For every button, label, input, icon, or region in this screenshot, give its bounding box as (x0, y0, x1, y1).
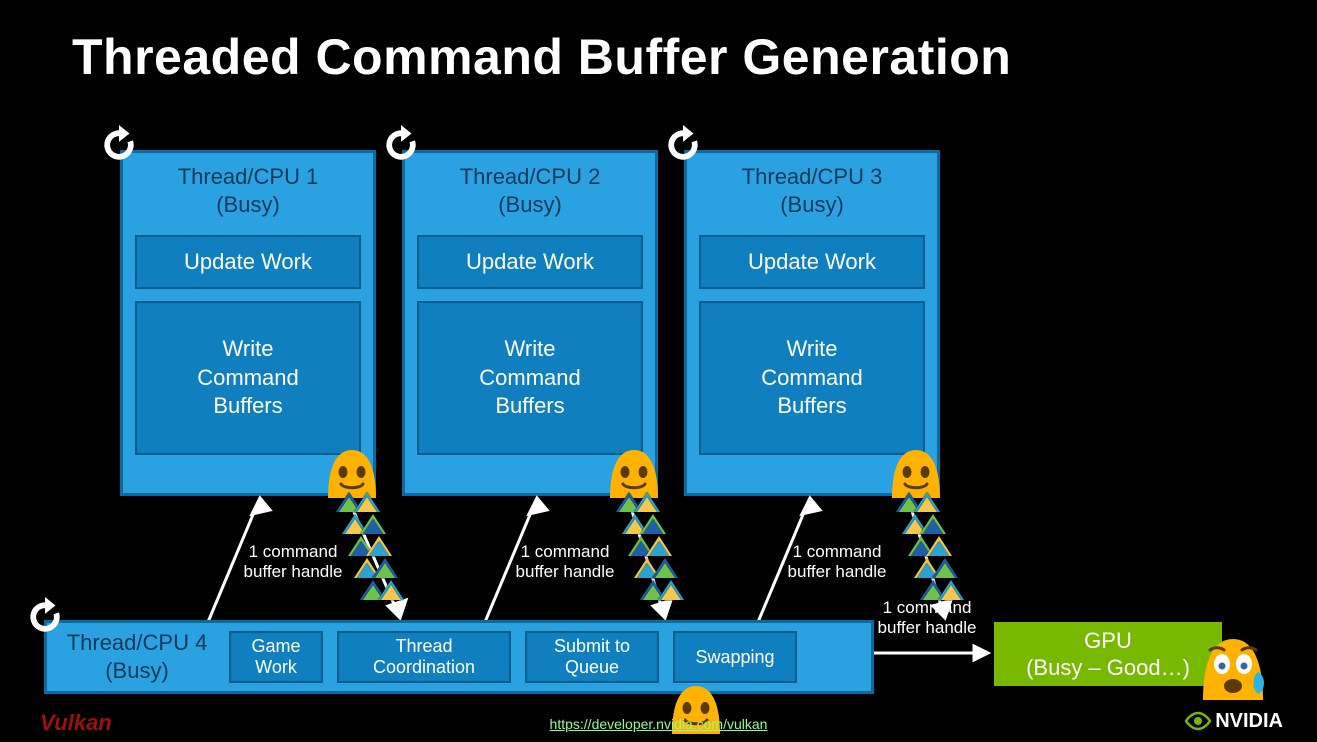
thread-label-1-line2: (Busy) (216, 192, 280, 217)
reload-icon (662, 124, 704, 166)
step-game-work: Game Work (229, 631, 323, 683)
thread-label-3-line1: Thread/CPU 3 (742, 164, 883, 189)
nvidia-logo-text: NVIDIA (1215, 710, 1283, 733)
thread-3-write-box: Write Command Buffers (699, 301, 925, 455)
thread-box-3: Thread/CPU 3 (Busy) Update Work Write Co… (684, 150, 940, 496)
step-submit-queue: Submit to Queue (525, 631, 659, 683)
thread-1-write-box: Write Command Buffers (135, 301, 361, 455)
thread-label-1: Thread/CPU 1 (Busy) (129, 163, 367, 218)
thread-2-write-box: Write Command Buffers (417, 301, 643, 455)
happy-face-icon (324, 448, 380, 498)
thread-2-update-box: Update Work (417, 235, 643, 289)
thread-4-label: Thread/CPU 4 (Busy) (57, 629, 217, 684)
gpu-box: GPU (Busy – Good…) (994, 622, 1222, 686)
annotation-cmd-buf-2: 1 command buffer handle (500, 542, 630, 583)
annotation-cmd-buf-gpu: 1 command buffer handle (862, 598, 992, 639)
thread-4-bar: Thread/CPU 4 (Busy) Game Work Thread Coo… (44, 620, 874, 694)
thread-1-update-box: Update Work (135, 235, 361, 289)
reload-icon (380, 124, 422, 166)
happy-face-icon (888, 448, 944, 498)
thread-3-update-box: Update Work (699, 235, 925, 289)
annotation-cmd-buf-3: 1 command buffer handle (772, 542, 902, 583)
happy-face-icon (606, 448, 662, 498)
thread-4-label-line2: (Busy) (105, 658, 169, 683)
step-thread-coordination: Thread Coordination (337, 631, 511, 683)
step-swapping: Swapping (673, 631, 797, 683)
slide: Threaded Command Buffer Generation Threa… (0, 0, 1317, 742)
thread-label-2: Thread/CPU 2 (Busy) (411, 163, 649, 218)
thread-label-1-line1: Thread/CPU 1 (178, 164, 319, 189)
nvidia-eye-icon (1185, 708, 1211, 734)
slide-title: Threaded Command Buffer Generation (72, 28, 1011, 86)
reload-icon (24, 596, 66, 638)
thread-label-3: Thread/CPU 3 (Busy) (693, 163, 931, 218)
thread-box-1: Thread/CPU 1 (Busy) Update Work Write Co… (120, 150, 376, 496)
anxious-face-icon (1198, 636, 1268, 700)
vulkan-logo: Vulkan (40, 710, 112, 736)
thread-label-2-line1: Thread/CPU 2 (460, 164, 601, 189)
thread-4-label-line1: Thread/CPU 4 (67, 630, 208, 655)
thread-label-2-line2: (Busy) (498, 192, 562, 217)
reload-icon (98, 124, 140, 166)
thread-box-2: Thread/CPU 2 (Busy) Update Work Write Co… (402, 150, 658, 496)
annotation-cmd-buf-1: 1 command buffer handle (228, 542, 358, 583)
footer-link[interactable]: https://developer.nvidia.com/vulkan (0, 716, 1317, 732)
thread-label-3-line2: (Busy) (780, 192, 844, 217)
nvidia-logo: NVIDIA (1185, 708, 1283, 734)
